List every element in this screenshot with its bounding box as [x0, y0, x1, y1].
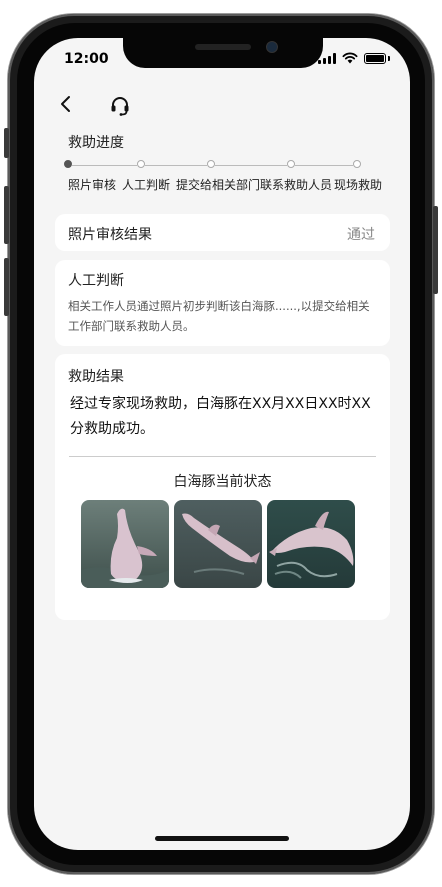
power-button [433, 206, 438, 294]
home-indicator[interactable] [155, 836, 289, 841]
app-screen: 12:00 救助进度 照片审核 人工判断 提交给相关部门 联系救助人员 现场救助… [34, 38, 410, 850]
step-dot-submit-department [207, 160, 215, 168]
headset-icon [111, 97, 129, 116]
step-dot-manual-judgement [137, 160, 145, 168]
step-label-contact-rescuers: 联系救助人员 [260, 178, 333, 192]
front-camera [266, 41, 278, 53]
manual-judgement-card: 人工判断 相关工作人员通过照片初步判断该白海豚......,以提交给相关工作部门… [55, 260, 390, 346]
step-label-onsite-rescue: 现场救助 [334, 178, 383, 192]
status-icons [318, 52, 390, 64]
progress-title: 救助进度 [68, 135, 124, 151]
rescue-result-text: 经过专家现场救助，白海豚在XX月XX日XX时XX分救助成功。 [70, 396, 371, 437]
battery-icon [364, 52, 386, 64]
dolphin-status-title: 白海豚当前状态 [173, 474, 272, 490]
dolphin-photo-3[interactable] [267, 500, 355, 588]
step-connector [145, 165, 207, 166]
customer-service-button[interactable] [108, 94, 132, 118]
step-connector [72, 165, 137, 166]
chevron-left-icon [61, 96, 70, 112]
speaker [195, 44, 251, 50]
signal-icon [318, 52, 336, 64]
step-label-photo-review: 照片审核 [68, 178, 117, 192]
battery-tip [388, 55, 390, 61]
photo-review-label: 照片审核结果 [68, 227, 152, 243]
rescue-result-card: 救助结果 经过专家现场救助，白海豚在XX月XX日XX时XX分救助成功。 白海豚当… [55, 354, 390, 620]
step-dot-onsite-rescue [353, 160, 361, 168]
back-button[interactable] [56, 92, 76, 116]
status-time: 12:00 [64, 51, 109, 67]
step-dot-contact-rescuers [287, 160, 295, 168]
dolphin-photo-1[interactable] [81, 500, 169, 588]
rescue-result-label: 救助结果 [68, 369, 124, 385]
volume-down-button [4, 258, 9, 316]
step-dot-photo-review [64, 160, 72, 168]
photo-review-card: 照片审核结果 通过 [55, 214, 390, 251]
manual-judgement-label: 人工判断 [68, 273, 124, 289]
step-connector [295, 165, 353, 166]
progress-stepper: 照片审核 人工判断 提交给相关部门 联系救助人员 现场救助 [64, 160, 394, 196]
manual-judgement-text: 相关工作人员通过照片初步判断该白海豚......,以提交给相关工作部门联系救助人… [68, 299, 370, 333]
notch [123, 38, 323, 68]
photo-review-value: 通过 [347, 227, 375, 243]
divider [69, 456, 376, 457]
volume-up-button [4, 186, 9, 244]
step-label-manual-judgement: 人工判断 [122, 178, 171, 192]
wifi-icon [342, 52, 358, 64]
step-connector [215, 165, 287, 166]
dolphin-photo-2[interactable] [174, 500, 262, 588]
mute-switch [4, 128, 9, 158]
step-label-submit-department: 提交给相关部门 [176, 178, 261, 192]
